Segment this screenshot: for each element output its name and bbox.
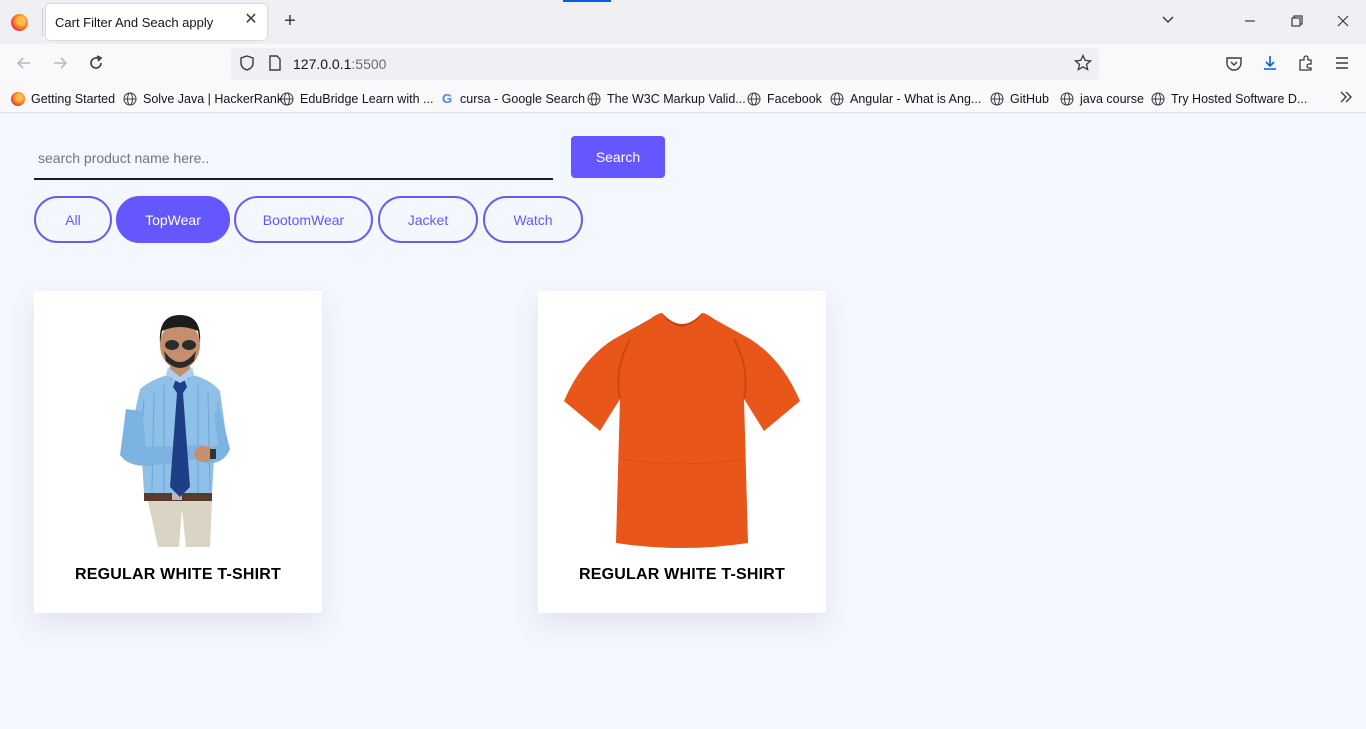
bookmark-label: EduBridge Learn with ... xyxy=(300,92,434,106)
url-text: 127.0.0.1:5500 xyxy=(293,56,386,72)
bookmark-label: Solve Java | HackerRank xyxy=(143,92,284,106)
bookmark-hackerrank[interactable]: Solve Java | HackerRank xyxy=(123,90,283,108)
shield-icon[interactable] xyxy=(237,54,257,74)
bookmarks-toolbar: Getting Started Solve Java | HackerRank … xyxy=(0,84,1366,113)
bookmark-star-icon[interactable] xyxy=(1073,53,1093,74)
bookmark-label: The W3C Markup Valid... xyxy=(607,92,746,106)
bookmark-label: Angular - What is Ang... xyxy=(850,92,982,106)
bookmark-getting-started[interactable]: Getting Started xyxy=(11,90,115,108)
globe-icon xyxy=(990,92,1004,106)
product-name: REGULAR WHITE T-SHIRT xyxy=(579,566,785,583)
bookmark-google-search[interactable]: G cursa - Google Search xyxy=(440,90,585,108)
bookmark-label: Facebook xyxy=(767,92,822,106)
downloads-icon[interactable] xyxy=(1260,54,1280,74)
bookmark-label: Try Hosted Software D... xyxy=(1171,92,1308,106)
bookmark-angular[interactable]: Angular - What is Ang... xyxy=(830,90,981,108)
firefox-icon[interactable] xyxy=(11,14,28,31)
product-card[interactable]: REGULAR WHITE T-SHIRT xyxy=(34,291,322,613)
bookmark-github[interactable]: GitHub xyxy=(990,90,1049,108)
filter-bottomwear-button[interactable]: BootomWear xyxy=(234,196,373,243)
globe-icon xyxy=(280,92,294,106)
minimize-icon[interactable] xyxy=(1238,10,1262,34)
page-icon[interactable] xyxy=(265,54,285,74)
globe-icon xyxy=(1151,92,1165,106)
extensions-icon[interactable] xyxy=(1296,54,1316,74)
bookmark-label: cursa - Google Search xyxy=(460,92,586,106)
bookmark-edubridge[interactable]: EduBridge Learn with ... xyxy=(280,90,433,108)
filter-jacket-button[interactable]: Jacket xyxy=(378,196,478,243)
close-tab-icon[interactable]: ✕ xyxy=(243,12,259,28)
orange-t-shirt-image xyxy=(564,313,800,548)
bookmark-facebook[interactable]: Facebook xyxy=(747,90,822,108)
globe-icon xyxy=(587,92,601,106)
back-arrow-icon[interactable] xyxy=(14,54,34,74)
man-in-blue-shirt-image xyxy=(120,315,230,547)
url-host: 127.0.0.1 xyxy=(293,56,352,72)
close-window-icon[interactable] xyxy=(1331,10,1355,34)
product-card[interactable]: REGULAR WHITE T-SHIRT xyxy=(538,291,826,613)
bookmark-hosted-software[interactable]: Try Hosted Software D... xyxy=(1151,90,1307,108)
new-tab-icon[interactable]: + xyxy=(281,11,299,31)
globe-icon xyxy=(830,92,844,106)
bookmark-label: GitHub xyxy=(1010,92,1049,106)
restore-icon[interactable] xyxy=(1285,10,1309,34)
globe-icon xyxy=(747,92,761,106)
bookmark-label: java course xyxy=(1080,92,1144,106)
reload-icon[interactable] xyxy=(86,54,106,74)
navigation-toolbar: 127.0.0.1:5500 xyxy=(0,44,1366,84)
search-button[interactable]: Search xyxy=(571,136,665,178)
firefox-icon xyxy=(11,92,25,106)
filter-watch-button[interactable]: Watch xyxy=(483,196,583,243)
url-bar[interactable]: 127.0.0.1:5500 xyxy=(231,48,1099,80)
page-content: Search All TopWear BootomWear Jacket Wat… xyxy=(0,113,1366,729)
globe-icon xyxy=(1060,92,1074,106)
google-icon: G xyxy=(441,91,453,106)
filter-all-button[interactable]: All xyxy=(34,196,112,243)
list-tabs-icon[interactable] xyxy=(1156,10,1180,34)
filter-topwear-button[interactable]: TopWear xyxy=(116,196,230,243)
bookmark-w3c-validator[interactable]: The W3C Markup Valid... xyxy=(587,90,746,108)
menu-icon[interactable] xyxy=(1332,54,1352,74)
pocket-icon[interactable] xyxy=(1224,54,1244,74)
search-input[interactable] xyxy=(34,137,553,180)
product-name: REGULAR WHITE T-SHIRT xyxy=(75,566,281,583)
forward-arrow-icon[interactable] xyxy=(50,54,70,74)
bookmark-label: Getting Started xyxy=(31,92,116,106)
tab-strip-accent xyxy=(563,0,611,2)
tab-title: Cart Filter And Seach apply xyxy=(55,15,214,30)
tab-separator xyxy=(42,8,43,36)
url-port: :5500 xyxy=(351,56,387,72)
browser-tab-strip: Cart Filter And Seach apply ✕ + xyxy=(0,0,1366,44)
globe-icon xyxy=(123,92,137,106)
active-tab[interactable]: Cart Filter And Seach apply ✕ xyxy=(46,4,267,40)
bookmarks-overflow-icon[interactable] xyxy=(1338,89,1354,110)
bookmark-java-course[interactable]: java course xyxy=(1060,90,1144,108)
